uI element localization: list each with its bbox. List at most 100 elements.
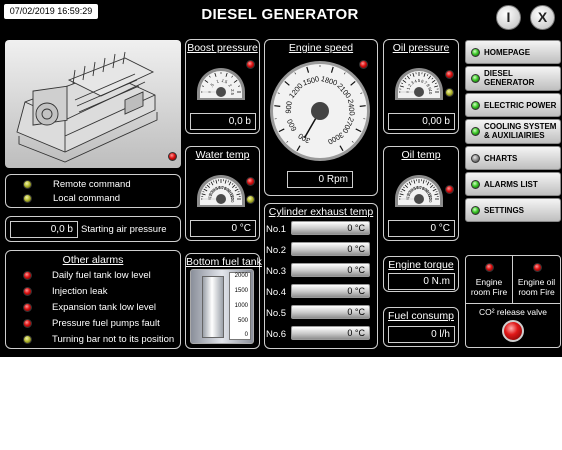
- remote-command-led: [23, 180, 32, 189]
- nav-button-label: ELECTRIC POWER: [484, 100, 557, 110]
- gauge-tick-label: 900: [284, 101, 294, 114]
- command-panel: Remote command Local command: [5, 174, 181, 208]
- cylinder-label: No.1: [266, 224, 287, 235]
- cylinder-temp-bar: 0 °C: [291, 305, 370, 319]
- bottom-fuel-tank-title: Bottom fuel tank: [186, 256, 262, 268]
- other-alarms-panel: Other alarms Daily fuel tank low level I…: [5, 250, 181, 349]
- fuel-tank-tube: [202, 276, 224, 338]
- remote-command-label: Remote command: [53, 179, 131, 190]
- status-led: [471, 101, 480, 110]
- engine-oil-room-fire-label: Engine oil room Fire: [517, 277, 556, 297]
- cylinder-label: No.6: [266, 329, 287, 340]
- status-led: [471, 48, 480, 57]
- engine-torque-title: Engine torque: [388, 259, 454, 271]
- gauge-tick: [274, 105, 281, 107]
- alarm-led: [23, 335, 32, 344]
- alarm-label: Turning bar not to its position: [52, 334, 175, 345]
- cylinder-temp-value: 0 °C: [347, 244, 365, 254]
- oil-pressure-gauge: 012345678910: [395, 68, 443, 100]
- fuel-tank-frame: 2000 1500 1000 500 0: [190, 269, 254, 344]
- gauge-hub: [414, 87, 424, 97]
- nav-button-charts[interactable]: CHARTS: [465, 146, 561, 170]
- alarm-led: [23, 271, 32, 280]
- starting-air-panel: 0,0 b Starting air pressure: [5, 216, 181, 242]
- other-alarms-title: Other alarms: [62, 254, 124, 266]
- nav-button-alarms-list[interactable]: ALARMS LIST: [465, 172, 561, 196]
- info-button[interactable]: I: [496, 5, 521, 30]
- water-temp-warning-led: [246, 195, 255, 204]
- oil-temp-alarm-led: [445, 185, 454, 194]
- cylinder-temp-bar: 0 °C: [291, 221, 370, 235]
- gauge-hub: [414, 194, 424, 204]
- water-temp-panel: Water temp 0102030405060708090100110120 …: [185, 146, 260, 241]
- gauge-tick-label: 120: [230, 196, 235, 204]
- gauge-tick-label: 120: [428, 196, 433, 204]
- water-temp-alarm-led: [246, 177, 255, 186]
- co2-release-button[interactable]: [502, 320, 524, 342]
- boost-pressure-value: 0,0 b: [190, 113, 256, 130]
- cylinder-label: No.2: [266, 245, 287, 256]
- cylinder-temp-bar: 0 °C: [291, 263, 370, 277]
- alarm-led: [23, 287, 32, 296]
- cylinder-temp-bar: 0 °C: [291, 242, 370, 256]
- engine-torque-value: 0 N.m: [388, 273, 455, 290]
- status-led: [471, 180, 480, 189]
- water-temp-value: 0 °C: [190, 220, 256, 237]
- oil-temp-title: Oil temp: [401, 149, 441, 161]
- nav-button-label: DIESEL GENERATOR: [484, 69, 535, 87]
- close-button[interactable]: X: [530, 5, 555, 30]
- nav-button-label: SETTINGS: [484, 205, 525, 215]
- nav-button-electric-power[interactable]: ELECTRIC POWER: [465, 93, 561, 117]
- nav-button-settings[interactable]: SETTINGS: [465, 198, 561, 222]
- oil-pressure-alarm-led: [445, 70, 454, 79]
- water-temp-title: Water temp: [195, 149, 250, 161]
- cylinder-label: No.3: [266, 266, 287, 277]
- oil-pressure-warning-led: [445, 88, 454, 97]
- engine-speed-value: 0 Rpm: [287, 171, 353, 188]
- engine-speed-alarm-led: [359, 60, 368, 69]
- nav-button-diesel-generator[interactable]: DIESEL GENERATOR: [465, 66, 561, 91]
- cylinder-temp-bar: 0 °C: [291, 326, 370, 340]
- engine-oil-room-fire-led: [533, 263, 542, 272]
- local-command-label: Local command: [53, 193, 121, 204]
- fuel-consump-panel: Fuel consump 0 l/h: [383, 307, 459, 347]
- datetime-display: 07/02/2019 16:59:29: [4, 4, 98, 19]
- oil-temp-gauge: 0102030405060708090100110120: [395, 175, 443, 207]
- gauge-tick: [359, 105, 366, 107]
- nav-button-label: COOLING SYSTEM & AUXILIAIRIES: [484, 122, 557, 140]
- boost-pressure-gauge: 0.511.522.5: [197, 68, 245, 100]
- engine-speed-title: Engine speed: [288, 42, 354, 54]
- oil-pressure-title: Oil pressure: [392, 42, 450, 54]
- status-led: [471, 74, 480, 83]
- cylinder-temp-value: 0 °C: [347, 328, 365, 338]
- engine-illustration-panel: [5, 40, 181, 168]
- fuel-scale-label: 500: [237, 318, 248, 324]
- engine-room-fire-label: Engine room Fire: [470, 277, 508, 297]
- hmi-screen: 07/02/2019 16:59:29 DIESEL GENERATOR I X: [0, 0, 562, 357]
- engine-speed-panel: Engine speed 300 600 900 1200 1500 1800 2100 24…: [264, 39, 378, 196]
- engine-illustration: [16, 51, 158, 163]
- nav-button-cooling-system[interactable]: COOLING SYSTEM & AUXILIAIRIES: [465, 119, 561, 144]
- oil-pressure-value: 0,00 b: [388, 113, 455, 130]
- cylinder-temp-value: 0 °C: [347, 307, 365, 317]
- nav-button-label: ALARMS LIST: [484, 179, 538, 189]
- gauge-hub: [216, 194, 226, 204]
- alarm-led: [23, 303, 32, 312]
- gauge-hub: [216, 87, 226, 97]
- oil-pressure-panel: Oil pressure 012345678910 0,00 b: [383, 39, 459, 134]
- fire-panel: Engine room Fire Engine oil room Fire CO…: [465, 255, 561, 348]
- co2-release-label: CO² release valve: [478, 307, 548, 317]
- cylinder-exhaust-title: Cylinder exhaust temp: [268, 206, 374, 218]
- gauge-hub: [311, 102, 329, 120]
- boost-pressure-alarm-led: [246, 60, 255, 69]
- fuel-scale-label: 1500: [234, 288, 248, 294]
- engine-room-fire-led: [485, 263, 494, 272]
- status-led: [471, 206, 480, 215]
- gauge-tick-label: 2.5: [230, 89, 235, 95]
- gauge-tick-label: 10: [428, 90, 433, 95]
- local-command-led: [23, 194, 32, 203]
- fuel-scale-label: 2000: [234, 273, 248, 279]
- engine-alarm-led: [168, 152, 177, 161]
- nav-button-label: CHARTS: [484, 153, 518, 163]
- nav-button-homepage[interactable]: HOMEPAGE: [465, 40, 561, 64]
